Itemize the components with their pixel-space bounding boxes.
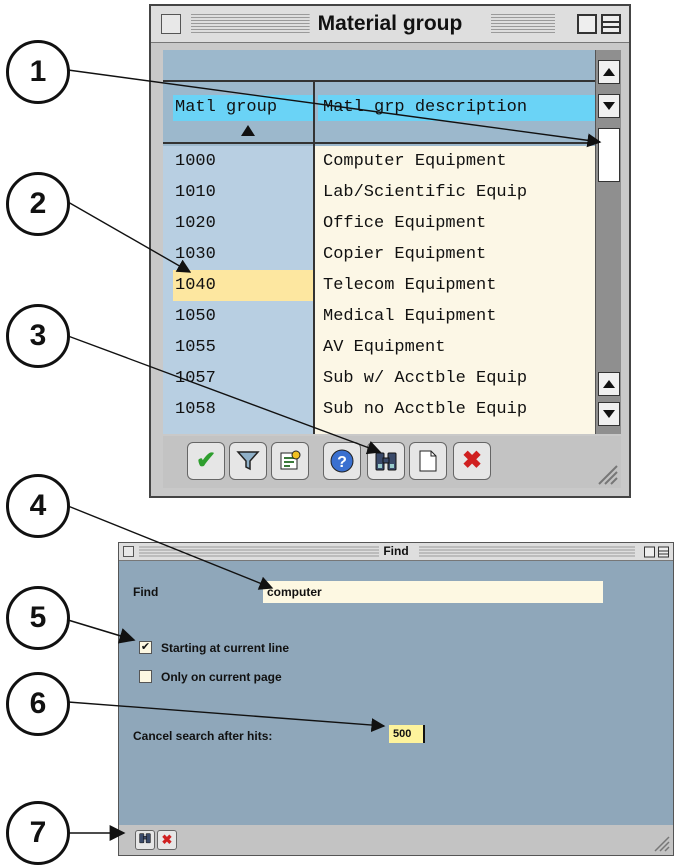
callout-arrow-3 <box>67 335 382 455</box>
callout-arrow-5 <box>67 619 136 644</box>
callout-arrow-1 <box>67 69 602 148</box>
callout-6: 6 <box>6 672 70 736</box>
callout-7: 7 <box>6 801 70 865</box>
callout-arrows <box>67 69 602 841</box>
callout-2: 2 <box>6 172 70 236</box>
callout-arrow-2 <box>67 201 192 273</box>
callout-3: 3 <box>6 304 70 368</box>
callout-1: 1 <box>6 40 70 104</box>
callout-arrow-4 <box>67 505 274 590</box>
callout-5: 5 <box>6 586 70 650</box>
callout-4: 4 <box>6 474 70 538</box>
callout-arrow-6 <box>67 701 386 733</box>
